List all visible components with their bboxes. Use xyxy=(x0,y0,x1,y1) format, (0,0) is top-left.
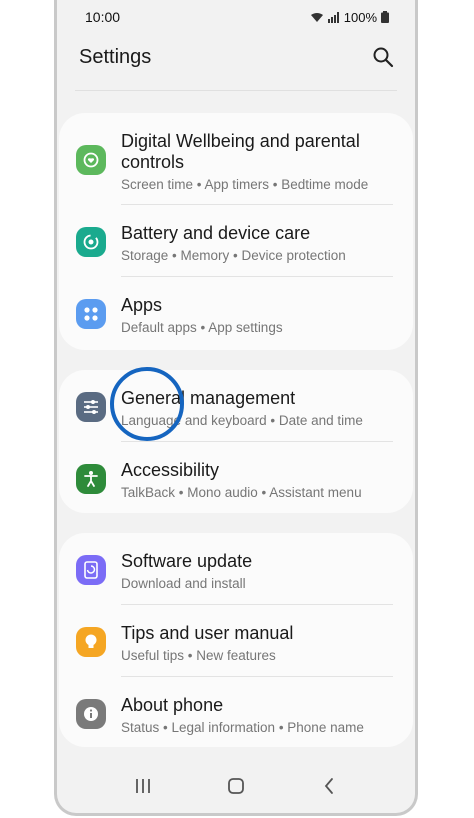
page-title: Settings xyxy=(79,45,152,68)
back-button[interactable] xyxy=(309,766,349,806)
search-button[interactable] xyxy=(369,43,397,71)
setting-title: Software update xyxy=(121,551,253,571)
home-button[interactable] xyxy=(216,766,256,806)
back-icon xyxy=(324,778,333,794)
recents-icon xyxy=(136,779,151,793)
battery-icon xyxy=(381,11,389,23)
signal-icon xyxy=(327,11,339,23)
apps-icon xyxy=(76,299,106,329)
info-icon xyxy=(76,699,106,729)
setting-title: Apps xyxy=(121,295,163,315)
accessibility-icon xyxy=(76,464,106,494)
setting-software-update[interactable]: Software update Download and install xyxy=(59,533,413,605)
sliders-icon xyxy=(76,392,106,422)
status-bar: 10:00 100% xyxy=(57,0,415,34)
status-icons: 100% xyxy=(310,10,389,25)
setting-subtitle: Screen time • App timers • Bedtime mode xyxy=(121,177,369,192)
setting-title: Tips and user manual xyxy=(121,623,294,643)
settings-group-1: Digital Wellbeing and parental controls … xyxy=(59,113,413,350)
wifi-icon xyxy=(310,12,323,22)
settings-group-3: Software update Download and install Tip… xyxy=(59,533,413,747)
setting-title: About phone xyxy=(121,695,224,715)
setting-subtitle: TalkBack • Mono audio • Assistant menu xyxy=(121,485,362,500)
setting-about-phone[interactable]: About phone Status • Legal information •… xyxy=(59,677,413,749)
setting-digital-wellbeing[interactable]: Digital Wellbeing and parental controls … xyxy=(59,113,413,205)
setting-title: Battery and device care xyxy=(121,223,311,243)
lightbulb-icon xyxy=(76,627,106,657)
device-care-icon xyxy=(76,227,106,257)
setting-subtitle: Default apps • App settings xyxy=(121,320,283,335)
search-icon xyxy=(373,47,394,68)
highlight-circle xyxy=(110,367,184,441)
status-time: 10:00 xyxy=(85,9,121,25)
recents-button[interactable] xyxy=(123,766,163,806)
setting-title: Accessibility xyxy=(121,460,220,480)
setting-title: Digital Wellbeing and parental controls xyxy=(121,131,360,172)
setting-accessibility[interactable]: Accessibility TalkBack • Mono audio • As… xyxy=(59,442,413,514)
header-divider xyxy=(75,90,397,91)
home-icon xyxy=(228,778,244,794)
wellbeing-icon xyxy=(76,145,106,175)
battery-percent: 100% xyxy=(343,9,377,25)
navigation-bar xyxy=(57,759,415,813)
setting-subtitle: Useful tips • New features xyxy=(121,648,276,663)
setting-battery-device-care[interactable]: Battery and device care Storage • Memory… xyxy=(59,205,413,277)
setting-subtitle: Status • Legal information • Phone name xyxy=(121,720,364,735)
setting-subtitle: Download and install xyxy=(121,576,246,591)
setting-subtitle: Storage • Memory • Device protection xyxy=(121,248,346,263)
setting-tips-user-manual[interactable]: Tips and user manual Useful tips • New f… xyxy=(59,605,413,677)
setting-apps[interactable]: Apps Default apps • App settings xyxy=(59,277,413,349)
header: Settings xyxy=(57,36,415,78)
software-update-icon xyxy=(76,555,106,585)
phone-frame: 10:00 100% Settings Digital Wellbeing an… xyxy=(54,0,418,816)
